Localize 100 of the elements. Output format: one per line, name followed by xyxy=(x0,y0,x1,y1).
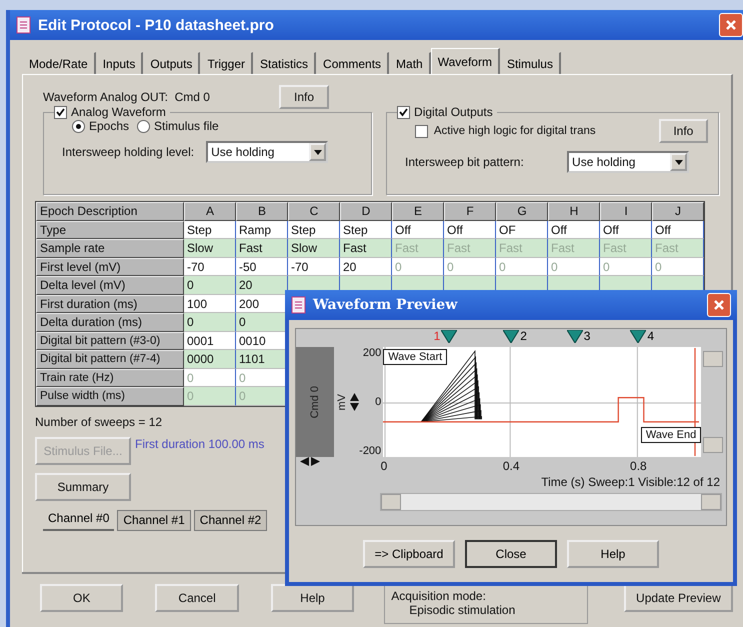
row-header: Sample rate xyxy=(36,239,184,258)
table-cell[interactable]: Slow xyxy=(288,239,340,258)
column-header: A xyxy=(184,202,236,220)
left-arrow-icon[interactable] xyxy=(300,457,309,466)
table-cell[interactable]: Step xyxy=(184,220,236,239)
down-arrow-icon[interactable] xyxy=(350,403,359,411)
dropdown[interactable]: Use holding xyxy=(206,141,328,163)
radio-button[interactable] xyxy=(72,120,85,132)
marker-icon[interactable] xyxy=(441,330,458,342)
marker-icon[interactable] xyxy=(503,330,520,342)
dialog-button[interactable]: => Clipboard xyxy=(363,540,455,568)
table-cell[interactable]: -70 xyxy=(288,258,340,276)
wave-start-label: Wave Start xyxy=(383,349,448,365)
table-cell[interactable]: -70 xyxy=(184,258,236,276)
units-label: mV xyxy=(336,394,348,410)
channel-tab[interactable]: Channel #1 xyxy=(117,510,191,530)
radio-label: Epochs xyxy=(89,119,130,133)
window-title: Waveform Preview xyxy=(313,297,459,313)
table-cell[interactable]: 0 xyxy=(184,276,236,294)
checkbox[interactable] xyxy=(415,124,428,138)
table-cell[interactable]: -50 xyxy=(236,258,288,276)
row-header: Pulse width (ms) xyxy=(36,387,184,406)
marker-icon[interactable] xyxy=(566,330,583,342)
info-button[interactable]: Info xyxy=(279,85,329,109)
row-header: First level (mV) xyxy=(36,258,184,276)
document-icon xyxy=(291,296,307,314)
table-cell[interactable]: Step xyxy=(288,220,340,239)
marker-label: 4 xyxy=(647,329,654,343)
table-cell[interactable]: Off xyxy=(600,220,652,239)
column-header: D xyxy=(340,202,392,220)
table-cell[interactable]: Ramp xyxy=(236,220,288,239)
table-cell[interactable]: Step xyxy=(340,220,392,239)
checkbox-label: Active high logic for digital trans xyxy=(434,125,597,137)
update-preview-button[interactable]: Update Preview xyxy=(624,584,733,612)
axis-tick-label: 0.8 xyxy=(630,459,647,473)
checkbox[interactable] xyxy=(397,106,410,118)
column-header: F xyxy=(444,202,496,220)
table-cell[interactable]: Off xyxy=(392,220,444,239)
row-header: Type xyxy=(36,220,184,239)
close-button[interactable] xyxy=(707,293,731,317)
up-arrow-icon[interactable] xyxy=(350,393,359,401)
dropdown-arrow-icon xyxy=(674,160,683,164)
column-header: I xyxy=(600,202,652,220)
table-cell[interactable]: 0 xyxy=(184,313,236,332)
table-cell[interactable]: Slow xyxy=(184,239,236,258)
document-icon xyxy=(16,16,32,34)
row-header: Delta duration (ms) xyxy=(36,313,184,332)
radio-button[interactable] xyxy=(137,120,150,132)
table-cell[interactable]: Off xyxy=(444,220,496,239)
field-label: Intersweep holding level: xyxy=(62,145,194,159)
acquisition-label: Acquisition mode: xyxy=(391,589,487,603)
channel-tab[interactable]: Channel #2 xyxy=(194,510,268,530)
table-cell[interactable]: OF xyxy=(496,220,548,239)
table-cell[interactable]: Fast xyxy=(340,239,392,258)
tab[interactable]: Waveform xyxy=(430,48,500,74)
marker-label: 2 xyxy=(520,329,527,343)
channel-label: Cmd 0 xyxy=(308,386,321,418)
column-header: B xyxy=(236,202,288,220)
group-title: Digital Outputs xyxy=(414,105,493,119)
group-title: Analog Waveform xyxy=(71,105,166,119)
marker-icon[interactable] xyxy=(630,330,646,342)
table-cell[interactable]: Off xyxy=(652,220,704,239)
column-header: G xyxy=(496,202,548,220)
dialog-button[interactable]: Help xyxy=(567,540,659,568)
row-header: Digital bit pattern (#7-4) xyxy=(36,350,184,368)
right-arrow-icon[interactable] xyxy=(311,457,320,466)
dialog-button[interactable]: Cancel xyxy=(155,584,239,612)
table-cell[interactable]: 0001 xyxy=(184,332,236,350)
checkbox[interactable] xyxy=(54,106,67,118)
info-button[interactable]: Info xyxy=(658,119,708,143)
dialog-button[interactable]: Close xyxy=(465,540,557,568)
table-cell[interactable]: Off xyxy=(548,220,600,239)
table-cell[interactable]: 0 xyxy=(236,313,288,332)
table-cell[interactable]: 20 xyxy=(236,276,288,294)
field-label: Intersweep bit pattern: xyxy=(405,155,525,169)
dropdown[interactable]: Use holding xyxy=(567,151,690,173)
column-header: E xyxy=(392,202,444,220)
marker-label: 3 xyxy=(584,329,590,343)
table-cell[interactable]: 100 xyxy=(184,294,236,313)
radio-label: Stimulus file xyxy=(154,119,219,133)
checkmark-icon xyxy=(399,108,408,116)
column-header: Epoch Description xyxy=(36,202,184,220)
marker-label: 1 xyxy=(434,329,440,343)
column-header: J xyxy=(652,202,704,220)
summary-button[interactable]: Summary xyxy=(35,472,131,500)
axis-tick-label: 0 xyxy=(375,396,382,408)
table-cell[interactable]: 20 xyxy=(340,258,392,276)
row-header: Digital bit pattern (#3-0) xyxy=(36,332,184,350)
close-icon xyxy=(713,299,725,311)
close-button[interactable] xyxy=(719,13,743,37)
dialog-button[interactable]: OK xyxy=(40,584,124,612)
dialog-button[interactable]: Help xyxy=(270,584,354,612)
checkmark-icon xyxy=(56,108,65,116)
table-cell[interactable]: Fast xyxy=(236,239,288,258)
status-text: Time (s) Sweep:1 Visible:12 of 12 xyxy=(541,475,720,489)
window-title: Edit Protocol - P10 datasheet.pro xyxy=(38,16,275,34)
table-cell[interactable]: 0000 xyxy=(184,350,236,368)
close-icon xyxy=(725,19,737,31)
table-cell[interactable]: 1101 xyxy=(236,350,288,368)
axis-tick-label: 200 xyxy=(362,347,382,359)
